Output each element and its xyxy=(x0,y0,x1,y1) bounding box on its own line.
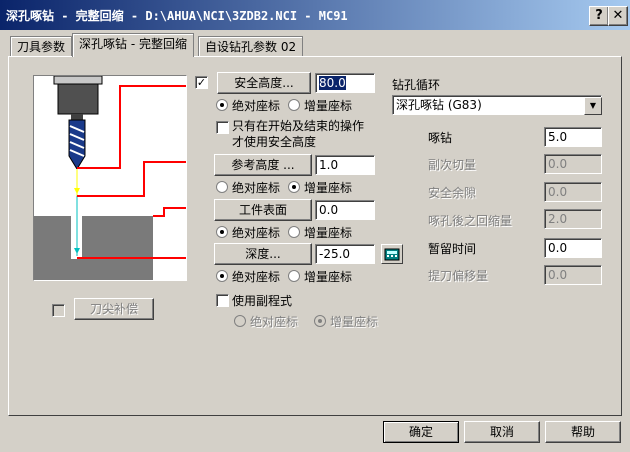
subprogram-label: 使用副程式 xyxy=(232,294,293,308)
clearance-start-end-checkbox[interactable] xyxy=(216,121,229,134)
help-button[interactable]: 帮助 xyxy=(545,421,621,443)
depth-calculator-button[interactable] xyxy=(381,244,403,264)
top-of-stock-incremental-radio[interactable] xyxy=(288,226,300,238)
subprogram-incremental-radio[interactable] xyxy=(314,315,326,327)
clearance-absolute-label: 绝对座标 xyxy=(232,99,281,113)
peck-label: 啄钻 xyxy=(428,131,453,145)
peck-clearance-field[interactable]: 0.0 xyxy=(544,182,602,202)
retract-value-field[interactable]: 1.0 xyxy=(315,155,375,175)
top-of-stock-absolute-radio[interactable] xyxy=(216,226,228,238)
retract-amount-field[interactable]: 2.0 xyxy=(544,209,602,229)
retract-incremental-radio[interactable] xyxy=(288,181,300,193)
depth-value-field[interactable]: -25.0 xyxy=(315,244,375,264)
top-of-stock-button[interactable]: 工件表面 xyxy=(214,199,312,221)
subprogram-absolute-radio[interactable] xyxy=(234,315,246,327)
subsequent-peck-label: 副次切量 xyxy=(428,158,477,172)
top-of-stock-absolute-label: 绝对座标 xyxy=(232,226,281,240)
top-of-stock-value-field[interactable]: 0.0 xyxy=(315,200,375,220)
retract-absolute-radio[interactable] xyxy=(216,181,228,193)
drill-diagram xyxy=(33,75,187,281)
clearance-absolute-radio[interactable] xyxy=(216,99,228,111)
subsequent-peck-field[interactable]: 0.0 xyxy=(544,154,602,174)
close-icon[interactable]: ✕ xyxy=(608,6,628,26)
subprogram-checkbox[interactable] xyxy=(216,294,229,307)
peck-field[interactable]: 5.0 xyxy=(544,127,602,147)
depth-absolute-radio[interactable] xyxy=(216,270,228,282)
retract-absolute-label: 绝对座标 xyxy=(232,181,281,195)
tab-custom-drill-params[interactable]: 自设钻孔参数 02 xyxy=(198,36,304,57)
drill-diagram-graphic xyxy=(34,75,186,280)
clearance-checkbox[interactable]: ✓ xyxy=(195,76,208,89)
depth-incremental-radio[interactable] xyxy=(288,270,300,282)
chevron-down-icon[interactable]: ▼ xyxy=(584,97,602,115)
tab-peck-drill[interactable]: 深孔啄钻 - 完整回缩 xyxy=(72,33,194,57)
drill-cycle-header: 钻孔循环 xyxy=(392,78,441,92)
depth-button[interactable]: 深度... xyxy=(214,243,312,265)
drill-cycle-selected: 深孔啄钻 (G83) xyxy=(396,98,482,112)
subprogram-absolute-label: 绝对座标 xyxy=(250,315,299,329)
peck-clearance-label: 安全余隙 xyxy=(428,186,477,200)
shift-label: 提刀偏移量 xyxy=(428,269,489,283)
clearance-option-label-1: 只有在开始及结束的操作 xyxy=(232,119,365,133)
tab-tool-parameters[interactable]: 刀具参数 xyxy=(10,36,73,57)
depth-incremental-label: 增量座标 xyxy=(304,270,353,284)
clearance-incremental-radio[interactable] xyxy=(288,99,300,111)
shift-field[interactable]: 0.0 xyxy=(544,265,602,285)
ok-button[interactable]: 确定 xyxy=(383,421,459,443)
tool-collet xyxy=(71,114,83,120)
title-bar: 深孔啄钻 - 完整回缩 - D:\AHUA\NCI\3ZDB2.NCI - MC… xyxy=(0,0,630,30)
clearance-incremental-label: 增量座标 xyxy=(304,99,353,113)
clearance-value-field[interactable]: 80.0 xyxy=(315,73,375,93)
retract-incremental-label: 增量座标 xyxy=(304,181,353,195)
window-title: 深孔啄钻 - 完整回缩 - D:\AHUA\NCI\3ZDB2.NCI - MC… xyxy=(6,9,348,23)
help-title-button[interactable]: ? xyxy=(589,6,609,26)
drill-cycle-dropdown[interactable]: 深孔啄钻 (G83) xyxy=(392,95,602,115)
clearance-value: 80.0 xyxy=(319,76,346,90)
clearance-button[interactable]: 安全高度... xyxy=(217,72,311,94)
top-of-stock-incremental-label: 增量座标 xyxy=(304,226,353,240)
cancel-button[interactable]: 取消 xyxy=(464,421,540,443)
tool-holder-top xyxy=(53,75,103,85)
depth-absolute-label: 绝对座标 xyxy=(232,270,281,284)
dwell-field[interactable]: 0.0 xyxy=(544,238,602,258)
clearance-option-label-2: 才使用安全高度 xyxy=(232,135,317,149)
tool-holder xyxy=(57,83,99,115)
tip-comp-checkbox[interactable] xyxy=(52,304,65,317)
stock-block xyxy=(34,216,153,280)
subprogram-incremental-label: 增量座标 xyxy=(330,315,379,329)
tip-comp-button[interactable]: 刀尖补偿 xyxy=(74,298,154,320)
dwell-label: 暂留时间 xyxy=(428,242,477,256)
retract-amount-label: 啄孔後之回缩量 xyxy=(428,214,513,228)
retract-button[interactable]: 参考高度 ... xyxy=(214,154,312,176)
calculator-icon xyxy=(384,248,400,261)
